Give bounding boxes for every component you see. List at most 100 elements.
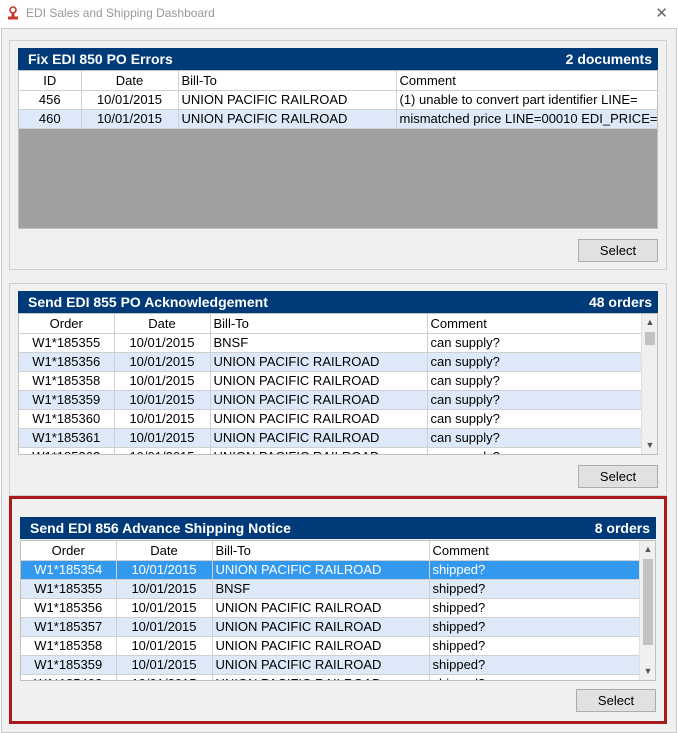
table-cell: can supply?: [427, 428, 643, 448]
table-cell: W1*185358: [19, 371, 115, 391]
scroll-thumb[interactable]: [643, 559, 653, 645]
table-cell: W1*185358: [21, 636, 117, 656]
panel-header: Fix EDI 850 PO Errors 2 documents: [18, 48, 658, 70]
table-cell: can supply?: [427, 352, 643, 372]
table-cell: 10/01/2015: [116, 560, 213, 580]
table-cell: 10/01/2015: [114, 409, 211, 429]
table-row[interactable]: 460 10/01/2015 UNION PACIFIC RAILROAD misma…: [19, 109, 657, 129]
table-row[interactable]: W1*185361 10/01/2015 UNION PACIFIC RAILROA…: [19, 428, 643, 448]
table-cell: UNION PACIFIC RAILROAD: [212, 674, 430, 680]
column-header[interactable]: Comment: [396, 71, 657, 91]
select-button-855[interactable]: Select: [578, 465, 658, 488]
table-cell: UNION PACIFIC RAILROAD: [210, 409, 428, 429]
window-title: EDI Sales and Shipping Dashboard: [26, 6, 215, 20]
po-ack-grid[interactable]: Order Date Bill-To Comment W1*185355 10/01/20…: [18, 313, 658, 455]
column-header[interactable]: ID: [19, 71, 82, 91]
column-header[interactable]: Order: [19, 314, 115, 334]
table-cell: 10/01/2015: [81, 109, 179, 129]
table-cell: 10/01/2015: [116, 579, 213, 599]
table-cell: UNION PACIFIC RAILROAD: [212, 617, 430, 637]
table-cell: W1*185359: [21, 655, 117, 675]
scroll-down-icon[interactable]: ▼: [642, 437, 657, 454]
table-cell: can supply?: [427, 371, 643, 391]
table-cell: shipped?: [429, 674, 645, 680]
panel-count: 48 orders: [588, 294, 652, 310]
table-row[interactable]: W1*185354 10/01/2015 UNION PACIFIC RAILROA…: [21, 560, 645, 580]
table-row[interactable]: W1*185357 10/01/2015 UNION PACIFIC RAILROA…: [21, 617, 645, 637]
table-row[interactable]: W1*18536210/01/2015UNION PACIFIC RAILROA…: [19, 447, 643, 454]
table-row[interactable]: W1*18540210/01/2015UNION PACIFIC RAILROA…: [21, 674, 645, 680]
table-cell: 460: [19, 109, 82, 129]
table-cell: shipped?: [429, 636, 645, 656]
table-cell: UNION PACIFIC RAILROAD: [210, 447, 428, 454]
table-cell: BNSF: [212, 579, 430, 599]
table-cell: UNION PACIFIC RAILROAD: [212, 598, 430, 618]
table-row[interactable]: W1*185359 10/01/2015 UNION PACIFIC RAILROA…: [21, 655, 645, 675]
errors-grid[interactable]: ID Date Bill-To Comment 456 10/01/2015 UNION P…: [18, 70, 658, 229]
table-row[interactable]: W1*185356 10/01/2015 UNION PACIFIC RAILROA…: [21, 598, 645, 618]
header-row: Order Date Bill-To Comment: [21, 541, 645, 561]
table-cell: W1*185356: [21, 598, 117, 618]
scroll-thumb[interactable]: [645, 332, 655, 345]
table-cell: W1*185355: [21, 579, 117, 599]
panel-fix-850-errors: Fix EDI 850 PO Errors 2 documents ID Date…: [9, 40, 667, 270]
select-button-856[interactable]: Select: [576, 689, 656, 712]
table-row[interactable]: W1*185358 10/01/2015 UNION PACIFIC RAILROA…: [19, 371, 643, 391]
column-header[interactable]: Date: [81, 71, 179, 91]
table-cell: UNION PACIFIC RAILROAD: [212, 560, 430, 580]
table-cell: shipped?: [429, 560, 645, 580]
table-cell: (1) unable to convert part identifier LI…: [396, 90, 657, 110]
table-cell: W1*185357: [21, 617, 117, 637]
table-cell: can supply?: [427, 447, 643, 454]
column-header[interactable]: Comment: [427, 314, 643, 334]
table-row[interactable]: W1*185356 10/01/2015 UNION PACIFIC RAILROA…: [19, 352, 643, 372]
column-header[interactable]: Bill-To: [178, 71, 397, 91]
table-row[interactable]: 456 10/01/2015 UNION PACIFIC RAILROAD (1) u…: [19, 90, 657, 110]
table-cell: UNION PACIFIC RAILROAD: [210, 352, 428, 372]
table-cell: UNION PACIFIC RAILROAD: [210, 428, 428, 448]
table-cell: W1*185362: [19, 447, 115, 454]
table-row[interactable]: W1*185355 10/01/2015 BNSF shipped?: [21, 579, 645, 599]
table-cell: can supply?: [427, 409, 643, 429]
table-row[interactable]: W1*185359 10/01/2015 UNION PACIFIC RAILROA…: [19, 390, 643, 410]
column-header[interactable]: Bill-To: [212, 541, 430, 561]
asn-grid[interactable]: Order Date Bill-To Comment W1*185354 10/01/20…: [20, 540, 656, 681]
table-cell: 10/01/2015: [114, 333, 211, 353]
table-row[interactable]: W1*185360 10/01/2015 UNION PACIFIC RAILROA…: [19, 409, 643, 429]
table-cell: 10/01/2015: [116, 636, 213, 656]
panel-header: Send EDI 855 PO Acknowledgement 48 order…: [18, 291, 658, 313]
panel-send-856-asn: Send EDI 856 Advance Shipping Notice 8 o…: [9, 496, 667, 724]
table-cell: UNION PACIFIC RAILROAD: [212, 636, 430, 656]
table-cell: W1*185356: [19, 352, 115, 372]
close-icon[interactable]: ✕: [655, 4, 668, 22]
table-cell: W1*185354: [21, 560, 117, 580]
table-cell: 456: [19, 90, 82, 110]
select-button-850[interactable]: Select: [578, 239, 658, 262]
scroll-up-icon[interactable]: ▲: [640, 541, 655, 558]
table-cell: shipped?: [429, 655, 645, 675]
column-header[interactable]: Date: [114, 314, 211, 334]
scroll-up-icon[interactable]: ▲: [642, 314, 657, 331]
column-header[interactable]: Order: [21, 541, 117, 561]
table-row[interactable]: W1*185358 10/01/2015 UNION PACIFIC RAILROA…: [21, 636, 645, 656]
table-cell: 10/01/2015: [114, 352, 211, 372]
column-header[interactable]: Bill-To: [210, 314, 428, 334]
column-header[interactable]: Date: [116, 541, 213, 561]
table-cell: W1*185361: [19, 428, 115, 448]
panel-count: 2 documents: [565, 51, 652, 67]
panel-send-855-ack: Send EDI 855 PO Acknowledgement 48 order…: [9, 283, 667, 496]
table-cell: W1*185359: [19, 390, 115, 410]
table-row[interactable]: W1*185355 10/01/2015 BNSF can supply?: [19, 333, 643, 353]
table-cell: can supply?: [427, 333, 643, 353]
table-cell: W1*185360: [19, 409, 115, 429]
table-cell: W1*185402: [21, 674, 117, 680]
scroll-down-icon[interactable]: ▼: [640, 663, 655, 680]
table-cell: UNION PACIFIC RAILROAD: [210, 371, 428, 391]
column-header[interactable]: Comment: [429, 541, 645, 561]
table-cell: shipped?: [429, 598, 645, 618]
table-cell: can supply?: [427, 390, 643, 410]
vertical-scrollbar[interactable]: ▲ ▼: [641, 314, 657, 454]
vertical-scrollbar[interactable]: ▲ ▼: [639, 541, 655, 680]
table-cell: UNION PACIFIC RAILROAD: [210, 390, 428, 410]
table-cell: 10/01/2015: [81, 90, 179, 110]
